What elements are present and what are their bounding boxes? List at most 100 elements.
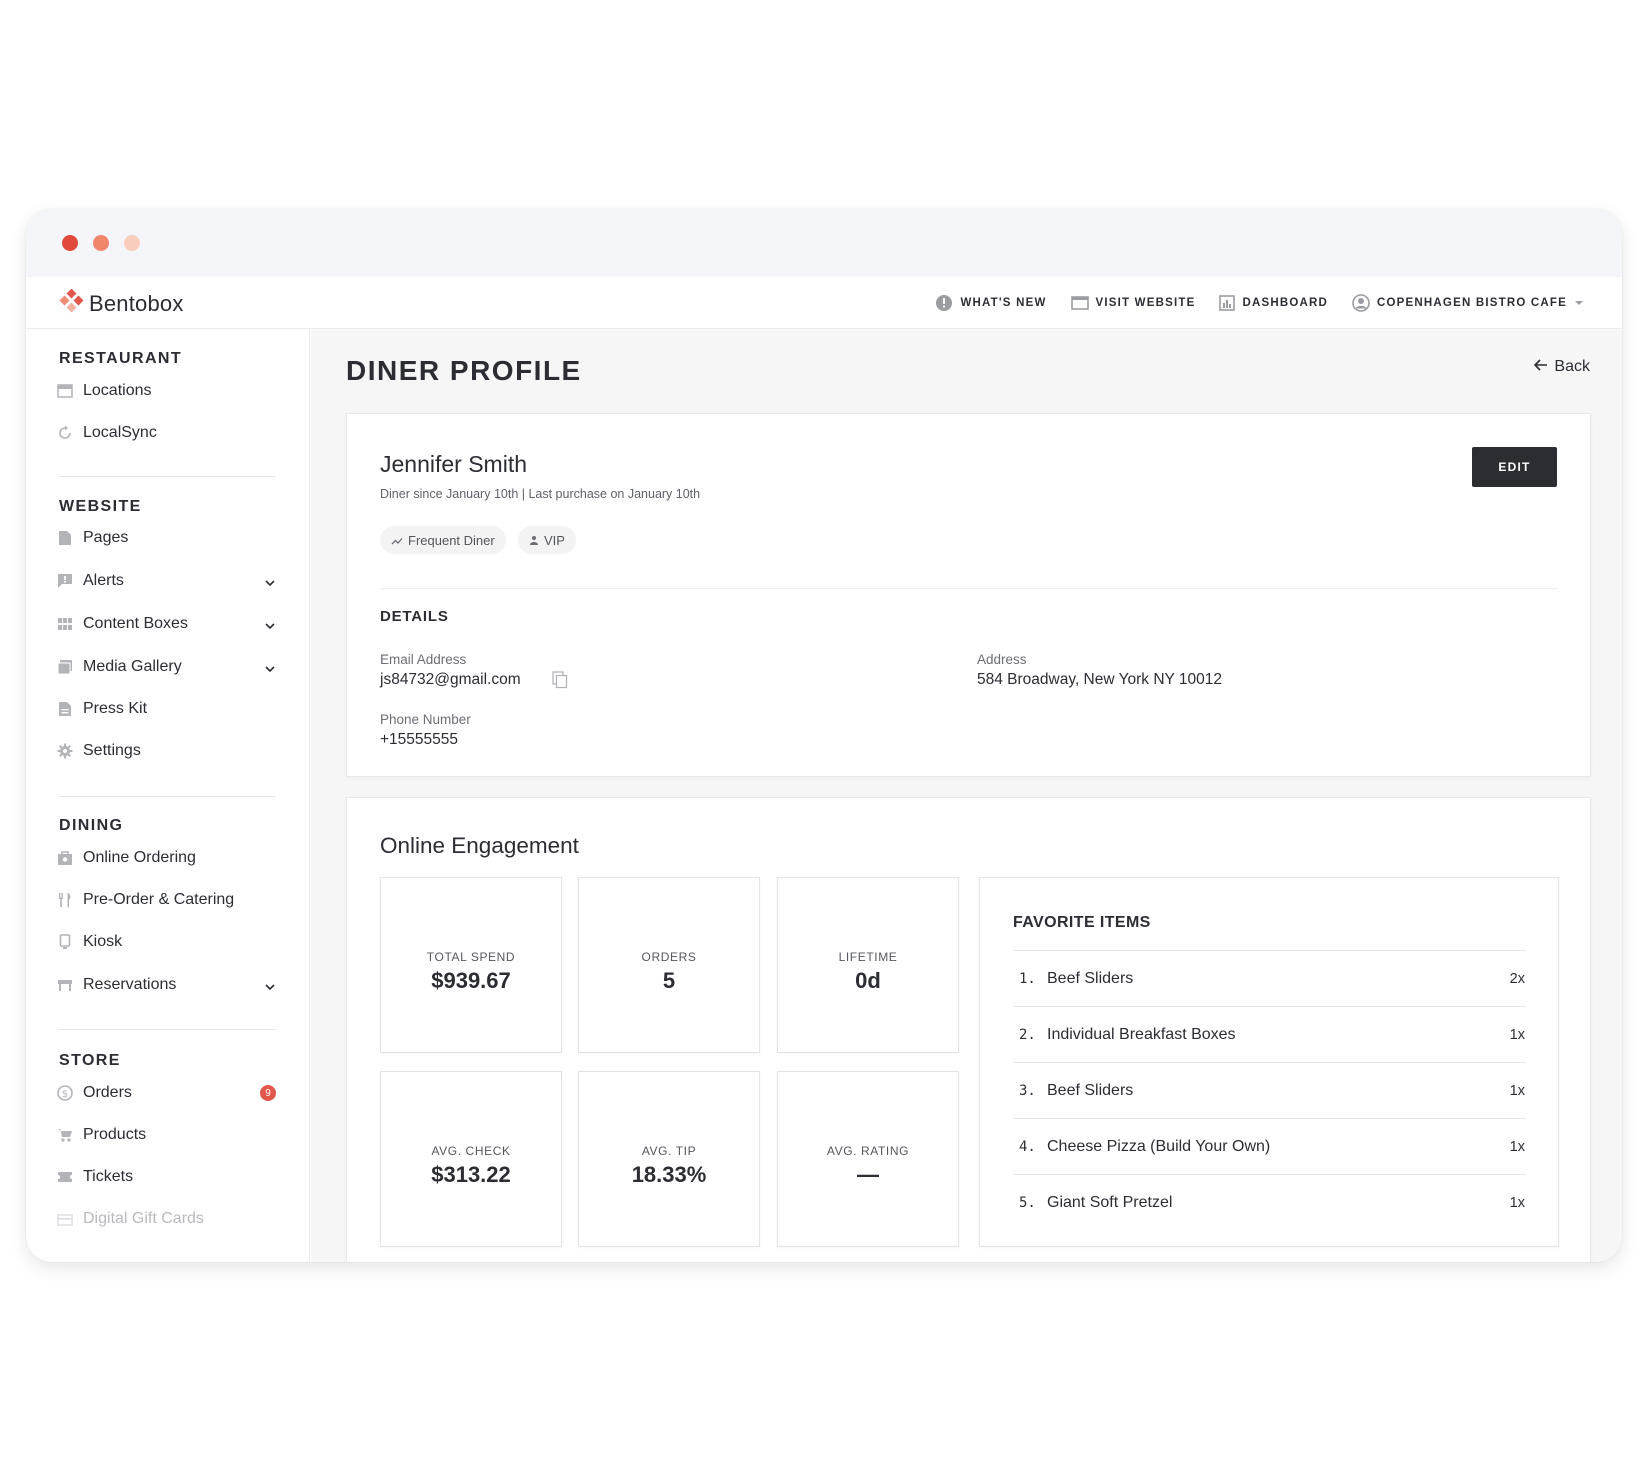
chevron-down-icon[interactable] [264,660,276,678]
whats-new-link[interactable]: WHAT'S NEW [935,294,1046,312]
chevron-down-icon[interactable] [264,574,276,592]
sidebar-item-products[interactable]: Products [56,1120,276,1150]
top-navigation: WHAT'S NEW VISIT WEBSITE DASHBOARD COPEN… [935,277,1584,329]
sidebar-item-digital-gift-cards[interactable]: Digital Gift Cards [56,1204,276,1234]
person-icon [529,533,539,548]
sidebar-item-settings[interactable]: Settings [56,736,276,766]
stat-label: AVG. TIP [641,1144,697,1158]
megaphone-icon [935,294,953,312]
favorite-item-count: 2x [1509,970,1525,987]
sidebar-item-label: Digital Gift Cards [83,1210,204,1227]
sidebar-item-label: Kiosk [83,933,123,950]
favorite-items-list: 1. Beef Sliders 2x 2. Individual Breakfa… [1013,950,1525,1230]
section-title-website: WEBSITE [59,498,142,515]
grid-icon [56,615,74,633]
stat-label: TOTAL SPEND [426,950,516,964]
sidebar-item-reservations[interactable]: Reservations [56,970,276,1000]
favorite-item-row[interactable]: 4. Cheese Pizza (Build Your Own) 1x [1013,1118,1525,1174]
whats-new-label: WHAT'S NEW [960,297,1047,309]
tag-vip[interactable]: VIP [518,526,576,554]
diner-since-text: Diner since January 10th | Last purchase… [380,487,701,501]
stat-label: LIFETIME [838,950,898,964]
favorite-item-name: Cheese Pizza (Build Your Own) [1047,1137,1271,1155]
alert-icon [56,572,74,590]
favorite-item-rank: 1. [1019,970,1036,987]
stat-avg-rating: AVG. RATING — [777,1071,959,1247]
dollar-icon: $ [56,1084,74,1102]
sidebar-item-content-boxes[interactable]: Content Boxes [56,609,276,639]
main-content: DINER PROFILE Back Jennifer Smith Diner … [311,330,1622,1262]
sidebar-item-online-ordering[interactable]: Online Ordering [56,843,276,873]
chevron-down-icon[interactable] [264,978,276,996]
sidebar-item-press-kit[interactable]: Press Kit [56,694,276,724]
sidebar: RESTAURANT Locations LocalSync WEBSITE P… [26,330,310,1262]
edit-button[interactable]: EDIT [1472,447,1557,487]
engagement-heading: Online Engagement [380,833,579,858]
sidebar-item-label: Tickets [83,1168,134,1185]
sidebar-item-media-gallery[interactable]: Media Gallery [56,652,276,682]
tag-label: VIP [544,532,565,548]
dashboard-link[interactable]: DASHBOARD [1219,295,1328,311]
minimize-window-button[interactable] [93,235,109,251]
table-icon [56,976,74,994]
favorite-item-row[interactable]: 3. Beef Sliders 1x [1013,1062,1525,1118]
stat-value: $313.22 [431,1162,511,1187]
browser-icon [1070,295,1089,311]
tag-frequent-diner[interactable]: Frequent Diner [380,526,506,554]
maximize-window-button[interactable] [124,235,140,251]
sidebar-item-orders[interactable]: $ Orders 9 [56,1078,276,1108]
visit-website-label: VISIT WEBSITE [1095,297,1196,309]
sidebar-item-label: Locations [83,382,152,399]
favorite-item-count: 1x [1509,1082,1525,1099]
chevron-down-icon[interactable] [264,617,276,635]
online-engagement-card: Online Engagement TOTAL SPEND $939.67 OR… [346,797,1591,1262]
bag-icon [56,849,74,867]
account-label: COPENHAGEN BISTRO CAFE [1377,297,1567,309]
copy-icon[interactable] [552,671,568,694]
favorite-item-count: 1x [1509,1026,1525,1043]
details-heading: DETAILS [380,608,449,625]
diner-name: Jennifer Smith [380,451,528,477]
app-header: Bentobox WHAT'S NEW VISIT WEBSITE DASHBO… [26,277,1622,329]
favorite-item-name: Beef Sliders [1047,969,1134,987]
sidebar-item-locations[interactable]: Locations [56,376,276,406]
sidebar-item-kiosk[interactable]: Kiosk [56,927,276,957]
card-divider [380,588,1557,589]
stat-total-spend: TOTAL SPEND $939.67 [380,877,562,1053]
favorite-items-card: FAVORITE ITEMS 1. Beef Sliders 2x 2. Ind… [979,877,1559,1247]
sidebar-item-tickets[interactable]: Tickets [56,1162,276,1192]
account-menu[interactable]: COPENHAGEN BISTRO CAFE [1352,294,1584,312]
sidebar-item-label: Alerts [83,572,124,589]
stat-label: AVG. RATING [826,1144,910,1158]
favorite-item-row[interactable]: 2. Individual Breakfast Boxes 1x [1013,1006,1525,1062]
orders-count-badge: 9 [260,1085,276,1101]
visit-website-link[interactable]: VISIT WEBSITE [1070,295,1196,311]
section-title-dining: DINING [59,817,124,834]
arrow-left-icon [1534,358,1548,376]
stat-value: 18.33% [631,1162,707,1187]
email-label: Email Address [380,652,467,667]
sidebar-item-pre-order-catering[interactable]: Pre-Order & Catering [56,885,276,915]
bar-chart-icon [1219,295,1236,311]
sidebar-item-label: Products [83,1126,147,1143]
back-label: Back [1554,358,1590,375]
close-window-button[interactable] [62,235,78,251]
section-title-store: STORE [59,1052,121,1069]
page-icon [56,529,74,547]
sidebar-item-label: Pages [83,529,129,546]
sidebar-item-label: Media Gallery [83,658,182,675]
email-value: js84732@gmail.com [380,671,521,688]
favorite-item-rank: 4. [1019,1138,1036,1155]
back-button[interactable]: Back [1534,358,1590,376]
stat-avg-tip: AVG. TIP 18.33% [578,1071,760,1247]
brand-logo[interactable]: Bentobox [59,288,184,318]
sidebar-item-localsync[interactable]: LocalSync [56,418,276,448]
section-divider [59,1029,276,1030]
dashboard-label: DASHBOARD [1242,297,1329,309]
favorite-item-row[interactable]: 1. Beef Sliders 2x [1013,950,1525,1006]
favorite-item-row[interactable]: 5. Giant Soft Pretzel 1x [1013,1174,1525,1230]
document-icon [56,700,74,718]
favorite-items-heading: FAVORITE ITEMS [1013,914,1151,931]
sidebar-item-alerts[interactable]: Alerts [56,566,276,596]
sidebar-item-pages[interactable]: Pages [56,523,276,553]
